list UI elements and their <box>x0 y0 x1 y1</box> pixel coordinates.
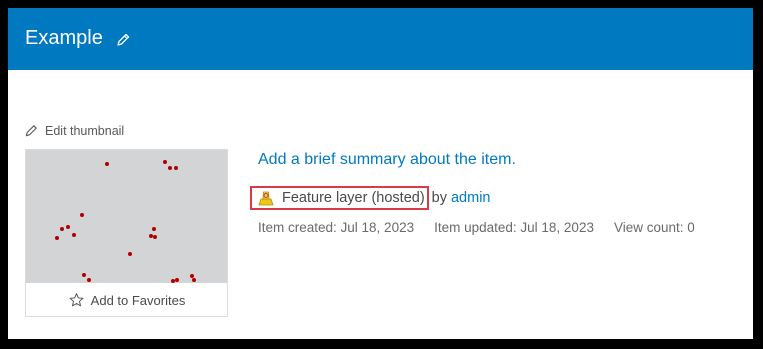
map-points <box>55 160 196 283</box>
star-icon <box>69 293 84 307</box>
edit-thumbnail-link[interactable]: Edit thumbnail <box>24 123 124 138</box>
map-point <box>168 166 172 170</box>
item-page: Example Edit thumbnail Add to Favorites … <box>8 8 753 339</box>
item-type-label: Feature layer (hosted) <box>282 190 425 206</box>
map-point <box>175 278 179 282</box>
map-point <box>105 162 109 166</box>
add-to-favorites-button[interactable]: Add to Favorites <box>26 284 227 316</box>
map-point <box>171 279 175 283</box>
item-created: Item created: Jul 18, 2023 <box>258 220 415 235</box>
edit-thumbnail-label: Edit thumbnail <box>45 123 125 138</box>
page-header: Example <box>8 8 753 70</box>
map-point <box>174 166 178 170</box>
map-point <box>152 227 156 231</box>
map-point <box>87 278 91 282</box>
pencil-icon <box>25 125 37 137</box>
map-point <box>55 236 59 240</box>
map-point <box>163 160 167 164</box>
pencil-icon[interactable] <box>115 32 131 48</box>
view-count: View count: 0 <box>613 220 695 235</box>
map-point <box>82 273 86 277</box>
map-point <box>72 233 76 237</box>
map-point <box>192 278 196 282</box>
thumbnail-map <box>55 160 196 283</box>
item-type-highlight: Feature layer (hosted) <box>250 186 429 210</box>
favorites-label: Add to Favorites <box>90 292 186 308</box>
map-point <box>190 274 194 278</box>
feature-layer-icon <box>258 190 274 206</box>
item-metadata: Item created: Jul 18, 2023 Item updated:… <box>258 220 715 235</box>
map-point <box>66 225 70 229</box>
map-point <box>80 213 84 217</box>
by-label: by <box>431 190 447 206</box>
map-point <box>60 227 64 231</box>
summary-link[interactable]: Add a brief summary about the item. <box>258 151 516 169</box>
map-point <box>153 235 157 239</box>
map-point <box>149 234 153 238</box>
thumbnail-card: Add to Favorites <box>25 149 228 317</box>
owner-link[interactable]: admin <box>451 190 491 206</box>
thumbnail-image <box>26 150 227 283</box>
item-type-row: Feature layer (hosted) by admin <box>250 186 491 210</box>
map-point <box>128 252 132 256</box>
item-updated: Item updated: Jul 18, 2023 <box>434 220 594 235</box>
page-title: Example <box>25 26 103 49</box>
